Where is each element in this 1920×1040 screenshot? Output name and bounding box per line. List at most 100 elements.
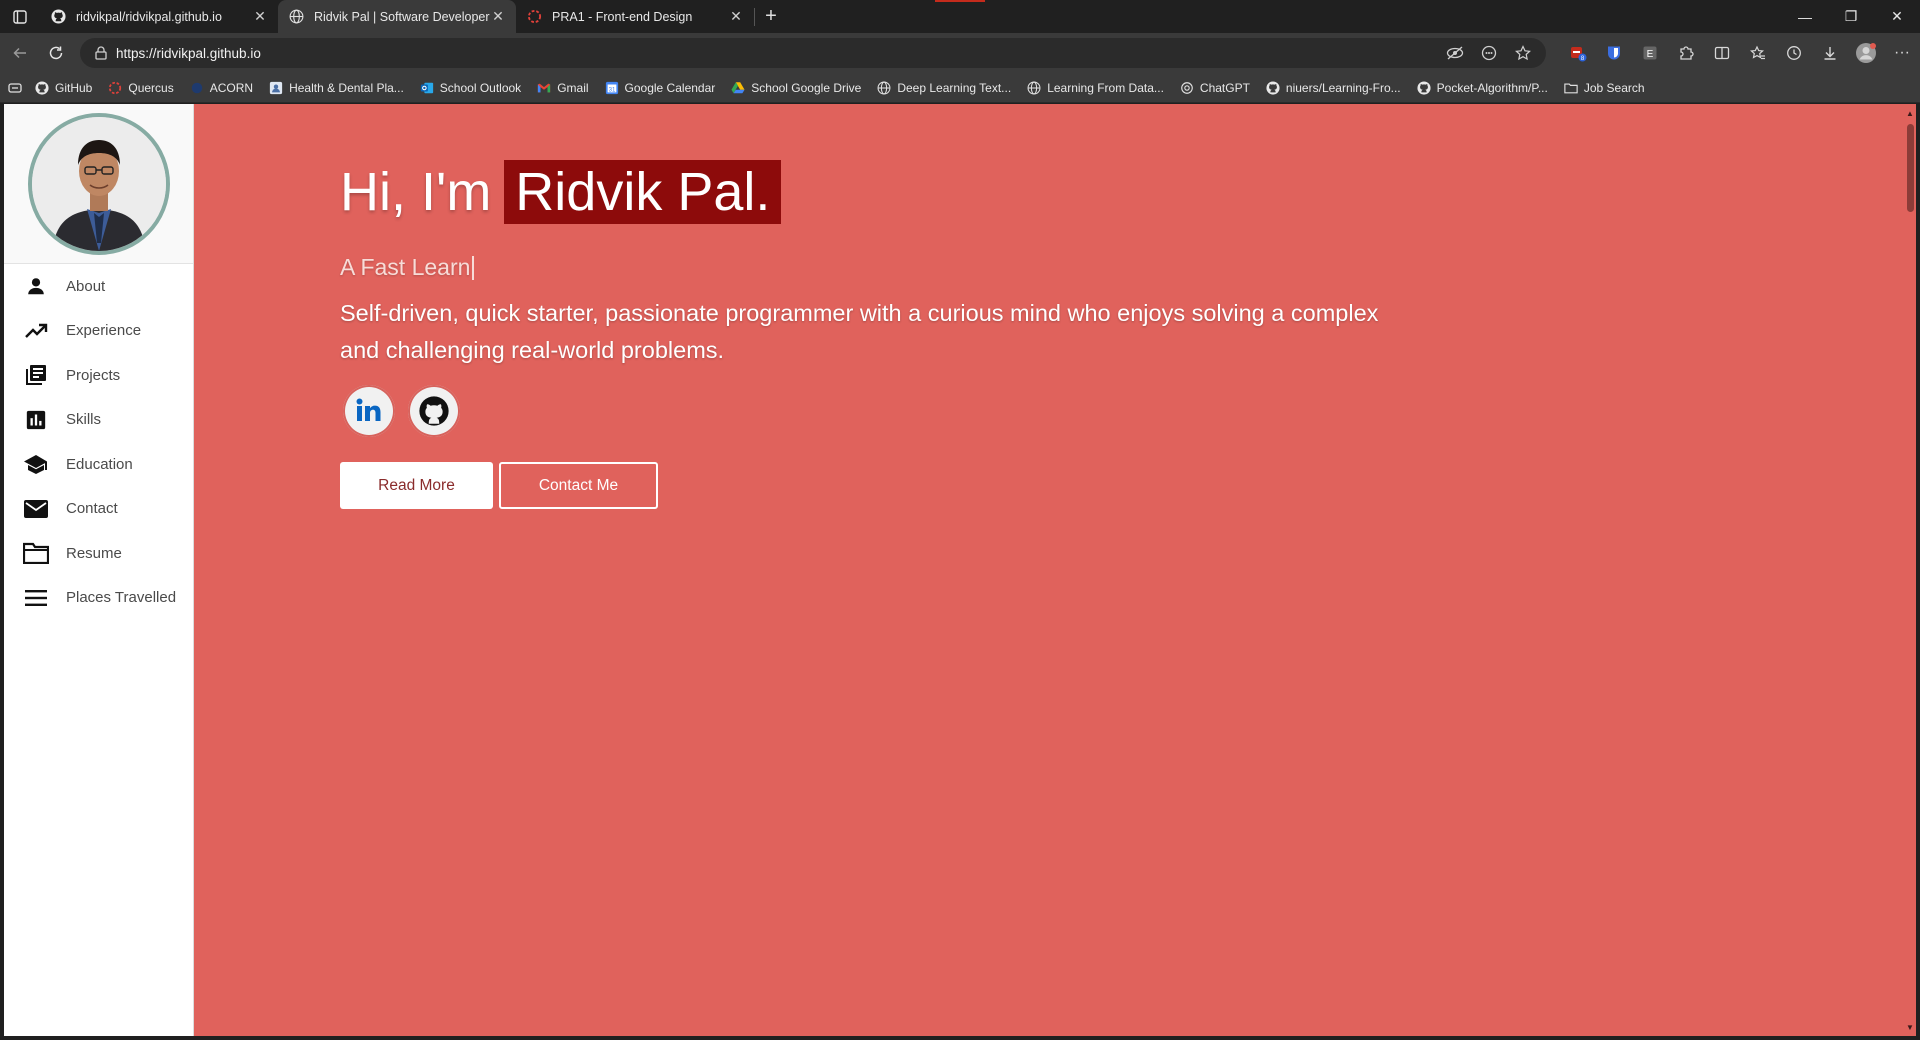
bookmark-pocket-algorithm[interactable]: Pocket-Algorithm/P... [1416, 80, 1548, 96]
profile-avatar-icon[interactable] [1848, 33, 1884, 73]
bookmark-gmail[interactable]: Gmail [536, 80, 589, 96]
svg-text:E: E [1647, 49, 1654, 60]
back-icon[interactable] [4, 37, 36, 69]
window-controls: — ❐ ✕ [1782, 0, 1920, 33]
tab-github-repo[interactable]: ridvikpal/ridvikpal.github.io ✕ [40, 0, 278, 33]
folder-icon [22, 539, 50, 567]
history-icon[interactable] [1776, 33, 1812, 73]
library-books-icon [22, 361, 50, 389]
github-icon[interactable] [408, 385, 460, 437]
bookmark-google-calendar[interactable]: 31 Google Calendar [604, 80, 715, 96]
bookmark-label: niuers/Learning-Fro... [1285, 80, 1401, 95]
more-options-icon[interactable]: ··· [1884, 33, 1920, 73]
school-icon [22, 450, 50, 478]
bookmark-job-search[interactable]: Job Search [1563, 80, 1645, 96]
tab-portfolio[interactable]: Ridvik Pal | Software Developer ✕ [278, 0, 516, 33]
close-icon[interactable]: ✕ [728, 8, 744, 25]
sidebar-item-contact[interactable]: Contact [4, 487, 193, 532]
scrollbar-thumb[interactable] [1907, 124, 1914, 212]
page-viewport: About Experience Projects Skills Educati… [4, 104, 1916, 1036]
bookmark-deep-learning[interactable]: Deep Learning Text... [876, 80, 1011, 96]
bookmark-health-dental[interactable]: Health & Dental Pla... [268, 80, 404, 96]
refresh-icon[interactable] [40, 37, 72, 69]
downloads-icon[interactable] [1812, 33, 1848, 73]
browser-toolbar: 8 E ··· [1560, 33, 1920, 73]
svg-text:31: 31 [608, 86, 615, 93]
sidebar-item-skills[interactable]: Skills [4, 398, 193, 443]
navigation-bar: https://ridvikpal.github.io 8 E ··· [0, 33, 1920, 73]
bookmark-label: Learning From Data... [1047, 80, 1164, 95]
sidebar-item-resume[interactable]: Resume [4, 531, 193, 576]
contact-me-button[interactable]: Contact Me [499, 462, 658, 509]
github-icon [1265, 80, 1281, 96]
avatar [27, 112, 170, 255]
sidebar-item-label: Places Travelled [66, 589, 177, 607]
name-highlight: Ridvik Pal. [504, 160, 782, 224]
page-scrollbar[interactable]: ▲ ▼ [1904, 104, 1916, 1036]
scroll-up-arrow-icon[interactable]: ▲ [1904, 106, 1916, 120]
extension-red-icon[interactable]: 8 [1560, 33, 1596, 73]
sidebar-item-label: Contact [66, 500, 118, 518]
tab-pra1[interactable]: PRA1 - Front-end Design ✕ [516, 0, 754, 33]
reading-mode-icon[interactable] [1472, 45, 1506, 61]
tracking-prevention-icon[interactable] [1438, 46, 1472, 60]
bookmark-school-outlook[interactable]: School Outlook [419, 80, 521, 96]
close-icon[interactable]: ✕ [490, 8, 506, 25]
close-icon[interactable]: ✕ [252, 8, 268, 25]
quercus-icon [107, 80, 123, 96]
split-screen-icon[interactable] [1704, 33, 1740, 73]
tab-label: ridvikpal/ridvikpal.github.io [76, 9, 222, 24]
browser-window: ridvikpal/ridvikpal.github.io ✕ Ridvik P… [0, 0, 1920, 1040]
bookmark-learning-from-data[interactable]: Learning From Data... [1026, 80, 1164, 96]
mail-icon [22, 495, 50, 523]
typing-cursor [472, 255, 475, 280]
drive-icon [730, 80, 746, 96]
bookmark-acorn[interactable]: ACORN [189, 80, 253, 96]
close-window-icon[interactable]: ✕ [1874, 0, 1920, 33]
bookmark-label: ChatGPT [1199, 80, 1250, 95]
linkedin-icon[interactable] [343, 385, 395, 437]
bookmark-school-google-drive[interactable]: School Google Drive [730, 80, 861, 96]
url-text[interactable]: https://ridvikpal.github.io [116, 46, 1438, 61]
extensions-puzzle-icon[interactable] [1668, 33, 1704, 73]
minimize-icon[interactable]: — [1782, 0, 1828, 33]
bookmark-github[interactable]: GitHub [34, 80, 92, 96]
sidebar-item-places-travelled[interactable]: Places Travelled [4, 576, 193, 621]
bookmark-label: Quercus [128, 80, 174, 95]
bookmark-quercus[interactable]: Quercus [107, 80, 174, 96]
sidebar-item-label: Projects [66, 366, 121, 384]
globe-icon [288, 9, 304, 25]
bookmarks-menu-icon[interactable] [8, 82, 22, 94]
bookmark-label: School Google Drive [751, 80, 862, 95]
bookmark-label: Gmail [557, 80, 589, 95]
read-more-button[interactable]: Read More [340, 462, 493, 509]
address-bar[interactable]: https://ridvikpal.github.io [80, 38, 1546, 68]
favorites-icon[interactable] [1740, 33, 1776, 73]
tab-actions-icon[interactable] [0, 0, 40, 33]
new-tab-button[interactable]: + [755, 0, 787, 33]
sidebar-item-about[interactable]: About [4, 264, 193, 309]
bitwarden-icon[interactable] [1596, 33, 1632, 73]
hero-actions: Read More Contact Me [340, 462, 1440, 509]
globe-icon [876, 80, 892, 96]
sidebar-item-education[interactable]: Education [4, 442, 193, 487]
sidebar-item-projects[interactable]: Projects [4, 353, 193, 398]
loading-icon [526, 9, 542, 25]
extension-e-icon[interactable]: E [1632, 33, 1668, 73]
bookmark-niuers[interactable]: niuers/Learning-Fro... [1265, 80, 1401, 96]
sidebar-item-label: Resume [66, 544, 122, 562]
favorite-star-icon[interactable] [1506, 45, 1540, 61]
restore-icon[interactable]: ❐ [1828, 0, 1874, 33]
gmail-icon [536, 80, 552, 96]
bookmark-label: Health & Dental Pla... [289, 80, 404, 95]
lock-icon[interactable] [86, 46, 116, 60]
sidebar-item-experience[interactable]: Experience [4, 309, 193, 354]
acorn-icon [189, 80, 205, 96]
outlook-icon [419, 80, 435, 96]
hero-description: Self-driven, quick starter, passionate p… [340, 300, 1379, 363]
globe-icon [1026, 80, 1042, 96]
github-icon [34, 80, 50, 96]
bookmark-chatgpt[interactable]: ChatGPT [1179, 80, 1250, 96]
scroll-down-arrow-icon[interactable]: ▼ [1904, 1020, 1916, 1034]
typed-text: A Fast Learn [340, 254, 471, 280]
